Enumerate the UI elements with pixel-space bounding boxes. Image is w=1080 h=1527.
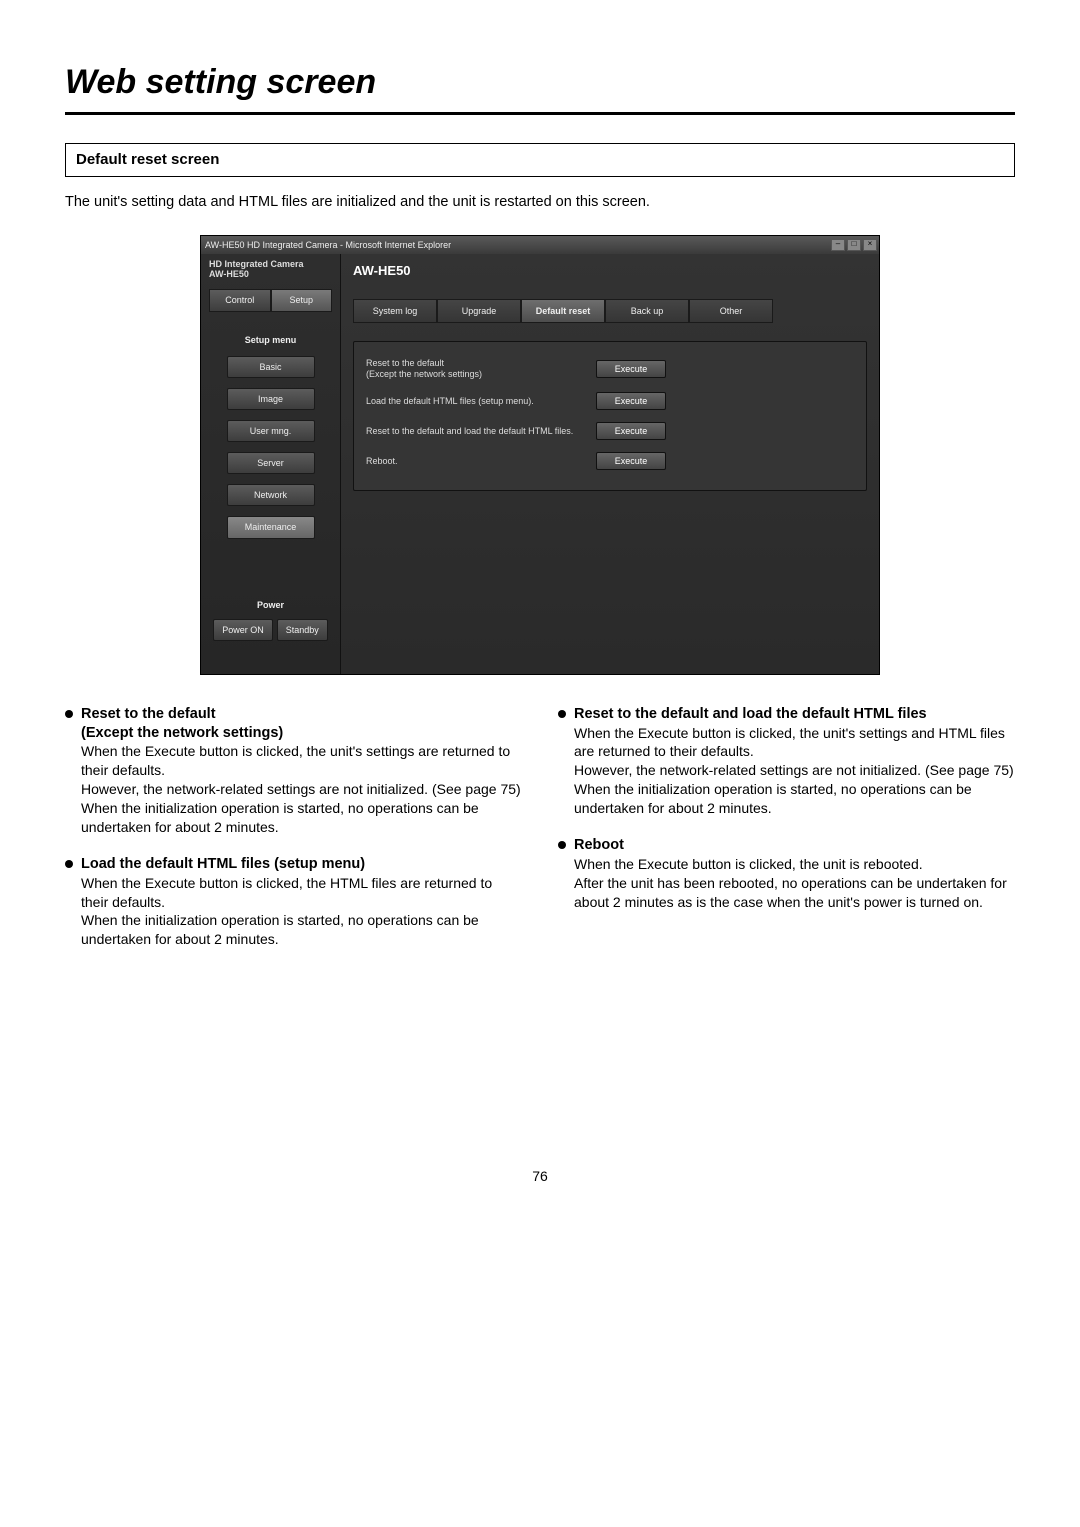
window-titlebar: AW-HE50 HD Integrated Camera - Microsoft… bbox=[201, 236, 879, 254]
row-label: Reboot. bbox=[366, 456, 576, 467]
window-title: AW-HE50 HD Integrated Camera - Microsoft… bbox=[205, 239, 451, 251]
main-area: AW-HE50 System log Upgrade Default reset… bbox=[341, 254, 879, 674]
sidebar: HD Integrated Camera AW-HE50 Control Set… bbox=[201, 254, 341, 674]
sidebar-menu: Basic Image User mng. Server Network Mai… bbox=[209, 356, 332, 539]
desc-title: Load the default HTML files (setup menu) bbox=[81, 855, 365, 874]
desc-title: Reboot bbox=[574, 836, 624, 855]
desc-reset-and-load: Reset to the default and load the defaul… bbox=[558, 705, 1015, 818]
desc-body: When the Execute button is clicked, the … bbox=[558, 855, 1015, 912]
screenshot-panel: AW-HE50 HD Integrated Camera - Microsoft… bbox=[200, 235, 880, 675]
control-button[interactable]: Control bbox=[209, 289, 271, 311]
section-header: Default reset screen bbox=[65, 143, 1015, 177]
tab-other[interactable]: Other bbox=[689, 299, 773, 323]
tab-system-log[interactable]: System log bbox=[353, 299, 437, 323]
row-label: Load the default HTML files (setup menu)… bbox=[366, 396, 576, 407]
sidebar-product-title: HD Integrated Camera AW-HE50 bbox=[209, 260, 332, 280]
close-icon[interactable]: × bbox=[863, 239, 877, 251]
window-buttons: – □ × bbox=[831, 239, 877, 251]
app-title: AW-HE50 bbox=[353, 262, 867, 286]
sidebar-item-server[interactable]: Server bbox=[227, 452, 315, 474]
desc-load-html: Load the default HTML files (setup menu)… bbox=[65, 855, 522, 949]
desc-title: Reset to the default(Except the network … bbox=[81, 705, 283, 743]
description-col-left: Reset to the default(Except the network … bbox=[65, 705, 522, 968]
desc-reboot: Reboot When the Execute button is clicke… bbox=[558, 836, 1015, 912]
row-reboot: Reboot. Execute bbox=[366, 446, 854, 476]
sidebar-item-image[interactable]: Image bbox=[227, 388, 315, 410]
execute-button-reset-default[interactable]: Execute bbox=[596, 360, 666, 378]
desc-body: When the Execute button is clicked, the … bbox=[65, 742, 522, 836]
execute-button-reboot[interactable]: Execute bbox=[596, 452, 666, 470]
bullet-icon bbox=[65, 860, 73, 868]
setup-menu-label: Setup menu bbox=[209, 334, 332, 346]
sidebar-item-user-mng[interactable]: User mng. bbox=[227, 420, 315, 442]
row-reset-and-load: Reset to the default and load the defaul… bbox=[366, 416, 854, 446]
page-number: 76 bbox=[65, 1167, 1015, 1186]
bullet-icon bbox=[558, 710, 566, 718]
page-title: Web setting screen bbox=[65, 60, 1015, 115]
bullet-icon bbox=[65, 710, 73, 718]
desc-body: When the Execute button is clicked, the … bbox=[65, 874, 522, 950]
execute-button-load-html[interactable]: Execute bbox=[596, 392, 666, 410]
mode-toggle: Control Setup bbox=[209, 289, 332, 311]
sidebar-item-basic[interactable]: Basic bbox=[227, 356, 315, 378]
browser-window: AW-HE50 HD Integrated Camera - Microsoft… bbox=[200, 235, 880, 675]
reset-panel: Reset to the default(Except the network … bbox=[353, 341, 867, 491]
execute-button-reset-and-load[interactable]: Execute bbox=[596, 422, 666, 440]
intro-text: The unit's setting data and HTML files a… bbox=[65, 193, 1015, 213]
desc-body: When the Execute button is clicked, the … bbox=[558, 724, 1015, 818]
tab-default-reset[interactable]: Default reset bbox=[521, 299, 605, 323]
desc-reset-default: Reset to the default(Except the network … bbox=[65, 705, 522, 837]
row-reset-default: Reset to the default(Except the network … bbox=[366, 352, 854, 386]
minimize-icon[interactable]: – bbox=[831, 239, 845, 251]
tab-upgrade[interactable]: Upgrade bbox=[437, 299, 521, 323]
setup-button[interactable]: Setup bbox=[271, 289, 333, 311]
row-load-html: Load the default HTML files (setup menu)… bbox=[366, 386, 854, 416]
description-col-right: Reset to the default and load the defaul… bbox=[558, 705, 1015, 968]
power-row: Power ON Standby bbox=[209, 619, 332, 641]
bullet-icon bbox=[558, 841, 566, 849]
standby-button[interactable]: Standby bbox=[277, 619, 328, 641]
power-label: Power bbox=[209, 599, 332, 611]
description-columns: Reset to the default(Except the network … bbox=[65, 705, 1015, 968]
maintenance-tabs: System log Upgrade Default reset Back up… bbox=[353, 299, 867, 323]
row-label: Reset to the default and load the defaul… bbox=[366, 426, 576, 437]
desc-title: Reset to the default and load the defaul… bbox=[574, 705, 927, 724]
sidebar-item-maintenance[interactable]: Maintenance bbox=[227, 516, 315, 538]
maximize-icon[interactable]: □ bbox=[847, 239, 861, 251]
sidebar-item-network[interactable]: Network bbox=[227, 484, 315, 506]
tab-back-up[interactable]: Back up bbox=[605, 299, 689, 323]
row-label: Reset to the default(Except the network … bbox=[366, 358, 576, 380]
power-on-button[interactable]: Power ON bbox=[213, 619, 273, 641]
